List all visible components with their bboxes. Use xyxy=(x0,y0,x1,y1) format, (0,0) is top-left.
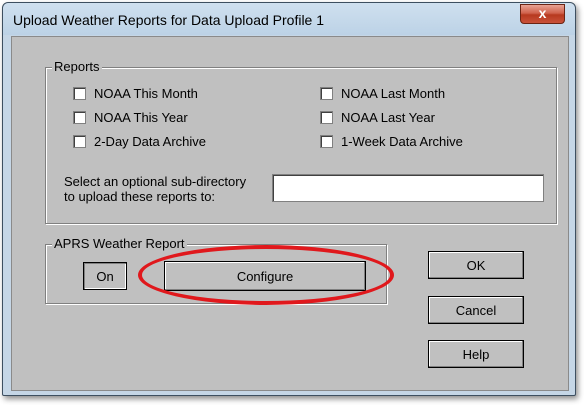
configure-button[interactable]: Configure xyxy=(164,261,366,291)
subdirectory-input[interactable] xyxy=(272,174,544,202)
subdirectory-label-line1: Select an optional sub-directory xyxy=(64,174,247,189)
checkbox-label: 2-Day Data Archive xyxy=(94,133,206,149)
checkbox-box[interactable] xyxy=(320,110,333,124)
subdirectory-label-line2: to upload these reports to: xyxy=(64,189,216,204)
close-icon: x xyxy=(538,5,547,21)
subdirectory-label: Select an optional sub-directory to uplo… xyxy=(64,174,246,204)
aprs-on-button[interactable]: On xyxy=(83,262,127,290)
checkbox-label: NOAA This Year xyxy=(94,109,188,125)
dialog-window: Upload Weather Reports for Data Upload P… xyxy=(2,2,576,396)
checkbox-box[interactable] xyxy=(73,110,86,124)
ok-button[interactable]: OK xyxy=(428,251,524,279)
close-button[interactable]: x xyxy=(520,4,565,24)
window-title: Upload Weather Reports for Data Upload P… xyxy=(13,12,325,28)
checkbox-2-day-data-archive[interactable]: 2-Day Data Archive xyxy=(73,133,206,149)
checkbox-label: NOAA This Month xyxy=(94,85,198,101)
checkbox-1-week-data-archive[interactable]: 1-Week Data Archive xyxy=(320,133,463,149)
checkbox-noaa-this-year[interactable]: NOAA This Year xyxy=(73,109,188,125)
reports-group: Reports NOAA This Month NOAA Last Month … xyxy=(45,59,557,224)
checkbox-noaa-this-month[interactable]: NOAA This Month xyxy=(73,85,198,101)
checkbox-label: NOAA Last Month xyxy=(341,85,446,101)
checkbox-label: 1-Week Data Archive xyxy=(341,133,463,149)
checkbox-noaa-last-year[interactable]: NOAA Last Year xyxy=(320,109,435,125)
aprs-group-label: APRS Weather Report xyxy=(52,236,187,252)
title-bar[interactable]: Upload Weather Reports for Data Upload P… xyxy=(3,3,575,35)
dialog-client-area: Reports NOAA This Month NOAA Last Month … xyxy=(11,36,569,391)
checkbox-box[interactable] xyxy=(320,86,333,100)
cancel-button[interactable]: Cancel xyxy=(428,296,524,324)
help-button[interactable]: Help xyxy=(428,340,524,368)
checkbox-label: NOAA Last Year xyxy=(341,109,435,125)
aprs-weather-report-group: APRS Weather Report On Configure xyxy=(45,236,387,304)
checkbox-box[interactable] xyxy=(320,134,333,148)
reports-group-label: Reports xyxy=(52,59,102,75)
checkbox-box[interactable] xyxy=(73,86,86,100)
checkbox-box[interactable] xyxy=(73,134,86,148)
checkbox-noaa-last-month[interactable]: NOAA Last Month xyxy=(320,85,445,101)
